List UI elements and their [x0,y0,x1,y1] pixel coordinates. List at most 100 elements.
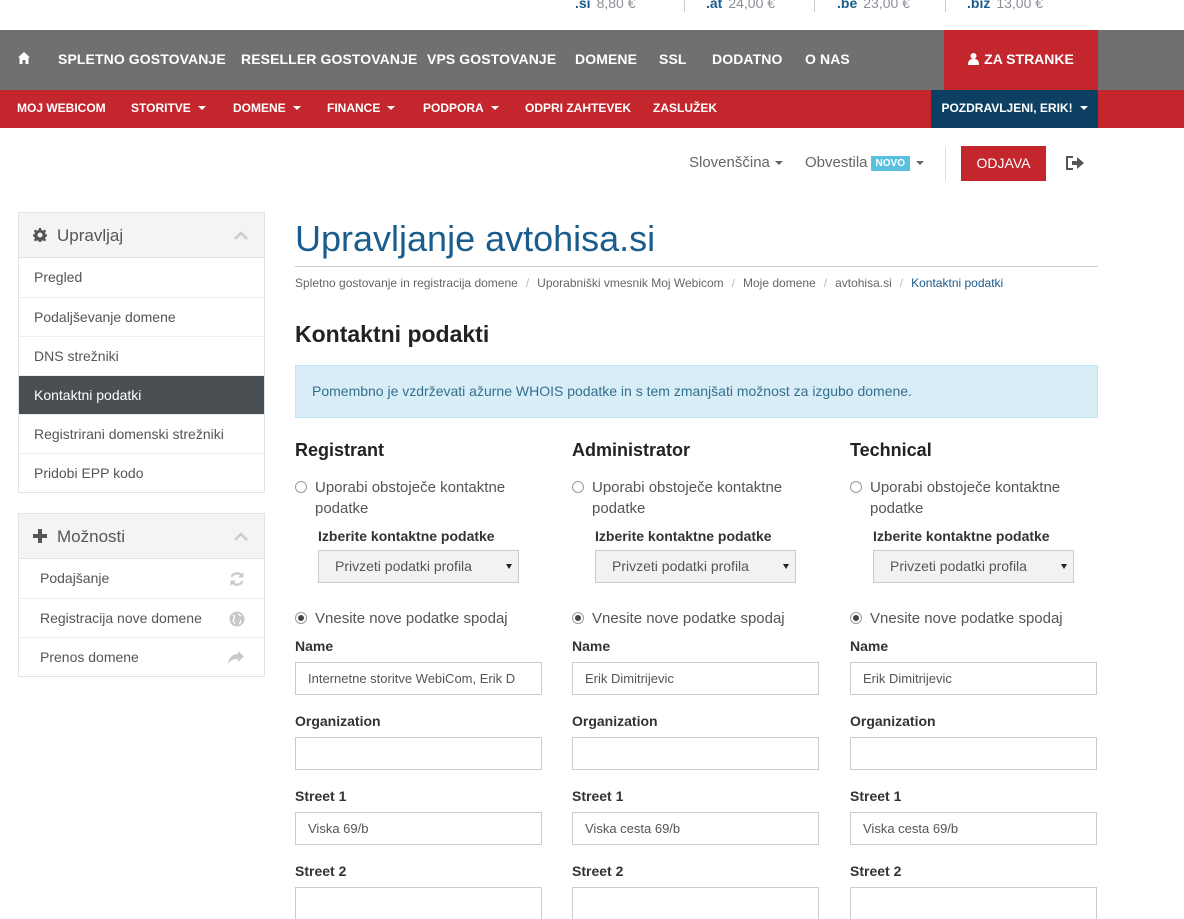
name-input[interactable]: Internetne storitve WebiCom, Erik D [295,662,542,695]
option-label: Prenos domene [40,649,139,665]
sidebar-item-registrirani-strezniki[interactable]: Registrirani domenski strežniki [19,414,264,453]
sidebar-item-epp[interactable]: Pridobi EPP kodo [19,453,264,492]
street1-input[interactable]: Viska 69/b [295,812,542,845]
organization-input[interactable] [295,737,542,770]
user-greeting-menu[interactable]: POZDRAVLJENI, ERIK! [931,90,1098,128]
section-heading: Kontaktni podakti [295,321,490,347]
options-panel-title: Možnosti [57,527,126,546]
street2-input[interactable] [295,887,542,919]
contact-select[interactable]: Privzeti podatki profila [318,550,519,583]
name-label: Name [572,638,611,654]
nav-spletno-gostovanje[interactable]: SPLETNO GOSTOVANJE [58,30,226,90]
radio-button-checked[interactable] [572,612,584,624]
administrator-column: Administrator Uporabi obstoječe kontaktn… [572,438,820,919]
option-label: Podajšanje [40,570,110,586]
za-stranke-button[interactable]: ZA STRANKE [944,30,1098,90]
radio-button[interactable] [850,481,862,493]
select-label: Izberite kontaktne podatke [873,528,1050,544]
radio-button-checked[interactable] [850,612,862,624]
price-si[interactable]: .si 8,80 € [575,0,636,11]
share-arrow-icon [228,651,244,664]
sidebar-item-podaljsevanje[interactable]: Podaljševanje domene [19,297,264,336]
organization-input[interactable] [572,737,819,770]
radio-button-checked[interactable] [295,612,307,624]
radio-enter-new[interactable]: Vnesite nove podatke spodaj [295,608,543,629]
radio-button[interactable] [572,481,584,493]
street2-input[interactable] [850,887,1097,919]
radio-use-existing[interactable]: Uporabi obstoječe kontaktne podatke [295,477,543,519]
option-label: Registracija nove domene [40,610,202,626]
radio-enter-new[interactable]: Vnesite nove podatke spodaj [850,608,1098,629]
breadcrumb-item[interactable]: Moje domene [743,276,816,290]
logout-button[interactable]: ODJAVA [961,146,1046,181]
organization-label: Organization [295,713,381,729]
subnav-odpri-zahtevek[interactable]: ODPRI ZAHTEVEK [525,90,631,128]
chevron-up-icon[interactable] [234,231,248,240]
price-biz[interactable]: .biz 13,00 € [967,0,1043,11]
options-panel-header[interactable]: Možnosti [19,514,264,559]
option-transfer-domain[interactable]: Prenos domene [19,637,264,676]
subnav-storitve[interactable]: STORITVE [131,90,206,128]
option-renew[interactable]: Podajšanje [19,559,264,598]
options-panel: Možnosti Podajšanje Registracija nove do… [18,513,265,677]
subnav-label: STORITVE [131,101,191,115]
nav-reseller-gostovanje[interactable]: RESELLER GOSTOVANJE [241,30,417,90]
street2-label: Street 2 [295,863,347,879]
contact-select[interactable]: Privzeti podatki profila [595,550,796,583]
price-be[interactable]: .be 23,00 € [837,0,910,11]
breadcrumb-separator: / [899,276,904,290]
name-input[interactable]: Erik Dimitrijevic [850,662,1097,695]
nav-ssl[interactable]: SSL [659,30,687,90]
chevron-up-icon[interactable] [234,532,248,541]
breadcrumb-item[interactable]: avtohisa.si [835,276,892,290]
radio-use-existing[interactable]: Uporabi obstoječe kontaktne podatke [572,477,820,519]
sidebar-item-dns[interactable]: DNS strežniki [19,336,264,375]
divider [945,147,946,181]
price-at[interactable]: .at 24,00 € [706,0,775,11]
name-input[interactable]: Erik Dimitrijevic [572,662,819,695]
sign-out-icon[interactable] [1065,154,1085,172]
tld-price: 13,00 € [996,0,1044,11]
nav-vps-gostovanje[interactable]: VPS GOSTOVANJE [427,30,556,90]
breadcrumb-separator: / [823,276,828,290]
radio-label: Vnesite nove podatke spodaj [592,610,785,627]
globe-icon [229,611,245,627]
language-selector[interactable]: Slovenščina [689,154,783,171]
street1-label: Street 1 [850,788,902,804]
nav-domene[interactable]: DOMENE [575,30,637,90]
subnav-zasluzek[interactable]: ZASLUŽEK [653,90,717,128]
tld-label: .be [837,0,858,11]
column-title: Technical [850,440,932,460]
breadcrumb-item[interactable]: Uporabniški vmesnik Moj Webicom [537,276,724,290]
nav-dodatno[interactable]: DODATNO [712,30,782,90]
subnav-label: ODPRI ZAHTEVEK [525,101,632,115]
manage-panel-header[interactable]: Upravljaj [19,213,264,258]
breadcrumb-item[interactable]: Spletno gostovanje in registracija domen… [295,276,518,290]
sidebar-item-kontaktni-podatki[interactable]: Kontaktni podatki [19,375,264,414]
nav-o-nas[interactable]: O NAS [805,30,850,90]
tld-price: 8,80 € [596,0,636,11]
notifications-menu[interactable]: Obvestila NOVO [805,154,924,171]
subnav-domene[interactable]: DOMENE [233,90,301,128]
manage-menu: Pregled Podaljševanje domene DNS strežni… [19,258,264,492]
plus-icon [33,529,47,543]
subnav-moj-webicom[interactable]: MOJ WEBICOM [17,90,106,128]
organization-input[interactable] [850,737,1097,770]
street1-input[interactable]: Viska cesta 69/b [850,812,1097,845]
radio-use-existing[interactable]: Uporabi obstoječe kontaktne podatke [850,477,1098,519]
option-register-domain[interactable]: Registracija nove domene [19,598,264,637]
tld-price-strip: .si 8,80 € .at 24,00 € .be 23,00 € .biz 13,0… [0,0,1184,30]
contact-select[interactable]: Privzeti podatki profila [873,550,1074,583]
radio-button[interactable] [295,481,307,493]
subnav-finance[interactable]: FINANCE [327,90,396,128]
organization-label: Organization [572,713,658,729]
street2-input[interactable] [572,887,819,919]
radio-enter-new[interactable]: Vnesite nove podatke spodaj [572,608,820,629]
street1-input[interactable]: Viska cesta 69/b [572,812,819,845]
home-icon[interactable] [17,51,31,65]
radio-label: Vnesite nove podatke spodaj [870,610,1063,627]
caret-down-icon [1079,106,1088,110]
sidebar-item-pregled[interactable]: Pregled [19,258,264,297]
tld-label: .at [706,0,723,11]
subnav-podpora[interactable]: PODPORA [423,90,499,128]
